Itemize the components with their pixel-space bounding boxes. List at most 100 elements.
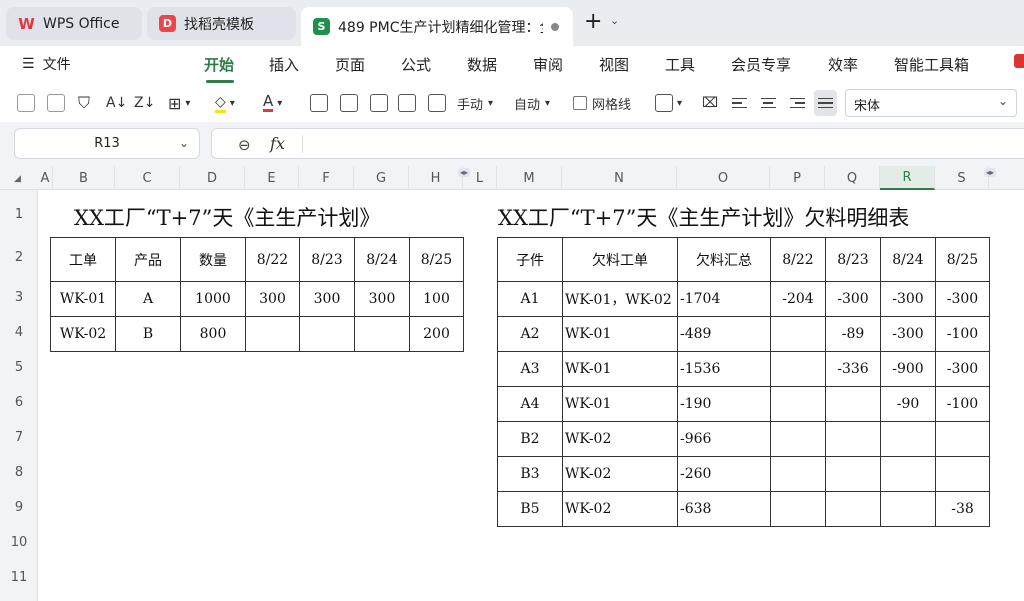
table-cell[interactable]: WK-02 [50, 316, 116, 352]
table-cell[interactable]: -300 [880, 316, 936, 352]
table-cell[interactable]: -300 [880, 281, 936, 317]
table-cell[interactable]: -336 [825, 351, 881, 387]
table-cell[interactable]: -204 [770, 281, 826, 317]
table-cell[interactable]: 800 [180, 316, 246, 352]
row-header[interactable]: 2 [0, 238, 38, 277]
menu-home[interactable]: 开始 [204, 54, 234, 75]
menu-view[interactable]: 视图 [599, 54, 629, 75]
sort-descending-icon[interactable]: Z↓ [134, 93, 155, 113]
table-cell[interactable] [299, 316, 355, 352]
table-cell[interactable] [825, 456, 881, 492]
row-header[interactable]: 7 [0, 420, 38, 455]
table-cell[interactable] [880, 491, 936, 527]
insert-comment-icon[interactable] [370, 93, 388, 113]
table-cell[interactable]: -100 [935, 386, 990, 422]
table-cell[interactable]: -90 [880, 386, 936, 422]
table-cell[interactable]: -190 [677, 386, 771, 422]
header-cell[interactable]: 8/23 [825, 237, 881, 282]
header-cell[interactable]: 数量 [180, 237, 246, 282]
column-header[interactable]: D [180, 166, 245, 190]
table-cell[interactable]: 1000 [180, 281, 246, 317]
table-cell[interactable]: -1704 [677, 281, 771, 317]
row-header[interactable]: 11 [0, 560, 38, 595]
format-as-number-icon[interactable] [17, 93, 35, 113]
table-cell[interactable]: WK-01 [562, 386, 678, 422]
table-cell[interactable]: WK-02 [562, 456, 678, 492]
fill-color-button[interactable]: ◇ ▾ [215, 93, 235, 113]
columns-icon[interactable] [340, 93, 358, 113]
column-header[interactable]: E [245, 166, 299, 190]
row-header[interactable]: 6 [0, 385, 38, 420]
row-header[interactable]: 3 [0, 280, 38, 315]
header-cell[interactable]: 8/22 [245, 237, 300, 282]
clear-format-icon[interactable]: ⌧ [702, 93, 718, 113]
table-cell[interactable]: B5 [497, 491, 563, 527]
table-style-button[interactable]: ▾ [655, 93, 682, 113]
table-cell[interactable] [770, 351, 826, 387]
column-header[interactable]: H [409, 166, 463, 190]
column-header[interactable]: Q [825, 166, 880, 190]
table-cell[interactable] [245, 316, 300, 352]
wps-ai-icon[interactable] [1014, 54, 1024, 68]
row-header[interactable]: 4 [0, 315, 38, 350]
column-header[interactable]: A [38, 166, 53, 190]
gridlines-checkbox[interactable] [573, 96, 587, 110]
borders-button[interactable]: ⊞ ▾ [168, 93, 190, 113]
table-cell[interactable]: -489 [677, 316, 771, 352]
table-cell[interactable]: B3 [497, 456, 563, 492]
column-header[interactable]: F [299, 166, 354, 190]
tab-docer-templates[interactable]: D 找稻壳模板 [147, 7, 296, 40]
sheet-grid[interactable]: XX工厂“T+7”天《主生产计划》 XX工厂“T+7”天《主生产计划》欠料明细表… [38, 190, 1024, 601]
header-cell[interactable]: 子件 [497, 237, 563, 282]
table-cell[interactable] [825, 421, 881, 457]
table-cell[interactable]: WK-01 [50, 281, 116, 317]
menu-insert[interactable]: 插入 [269, 54, 299, 75]
table-cell[interactable]: WK-01 [562, 351, 678, 387]
auto-calc-dropdown[interactable]: 自动 ▾ [514, 93, 550, 113]
font-family-select[interactable]: 宋体 ⌄ [845, 89, 1017, 117]
manual-calc-dropdown[interactable]: 手动 ▾ [457, 93, 493, 113]
header-cell[interactable]: 欠料汇总 [677, 237, 771, 282]
table-cell[interactable]: WK-02 [562, 491, 678, 527]
table-cell[interactable] [770, 316, 826, 352]
menu-formula[interactable]: 公式 [401, 54, 431, 75]
table-cell[interactable] [880, 456, 936, 492]
table-cell[interactable]: 100 [409, 281, 464, 317]
row-header[interactable]: 10 [0, 525, 38, 560]
header-cell[interactable]: 8/22 [770, 237, 826, 282]
menu-page[interactable]: 页面 [335, 54, 365, 75]
table-cell[interactable]: 300 [299, 281, 355, 317]
name-box[interactable]: R13 ⌄ [14, 128, 200, 159]
table-cell[interactable] [880, 421, 936, 457]
menu-data[interactable]: 数据 [467, 54, 497, 75]
table-cell[interactable] [354, 316, 410, 352]
align-right-icon[interactable] [790, 93, 805, 113]
formula-input[interactable]: ⊖ fx [211, 128, 1024, 159]
table-cell[interactable]: -300 [935, 281, 990, 317]
fill-icon[interactable] [428, 93, 446, 113]
table-cell[interactable] [770, 421, 826, 457]
align-center-icon[interactable] [761, 93, 776, 113]
column-header[interactable]: O [677, 166, 770, 190]
table-cell[interactable]: B [115, 316, 181, 352]
font-color-button[interactable]: A ▾ [263, 93, 282, 113]
column-header[interactable]: G [354, 166, 409, 190]
chevron-down-icon[interactable]: ⌄ [610, 14, 619, 27]
column-header[interactable]: B [53, 166, 115, 190]
file-menu[interactable]: ☰ 文件 [22, 54, 71, 74]
convert-icon[interactable] [310, 93, 328, 113]
header-cell[interactable]: 8/25 [409, 237, 464, 282]
table-cell[interactable]: -638 [677, 491, 771, 527]
table-cell[interactable] [770, 491, 826, 527]
table-cell[interactable]: -300 [935, 351, 990, 387]
header-cell[interactable]: 8/23 [299, 237, 355, 282]
menu-efficiency[interactable]: 效率 [828, 54, 858, 75]
header-cell[interactable]: 8/24 [354, 237, 410, 282]
filter-icon[interactable]: ⛉ [78, 93, 90, 113]
table-cell[interactable]: WK-01 [562, 316, 678, 352]
menu-member[interactable]: 会员专享 [731, 54, 791, 75]
table-cell[interactable]: -38 [935, 491, 990, 527]
table-cell[interactable]: 200 [409, 316, 464, 352]
zoom-icon[interactable]: ⊖ [238, 136, 251, 154]
column-header[interactable]: S [935, 166, 989, 190]
